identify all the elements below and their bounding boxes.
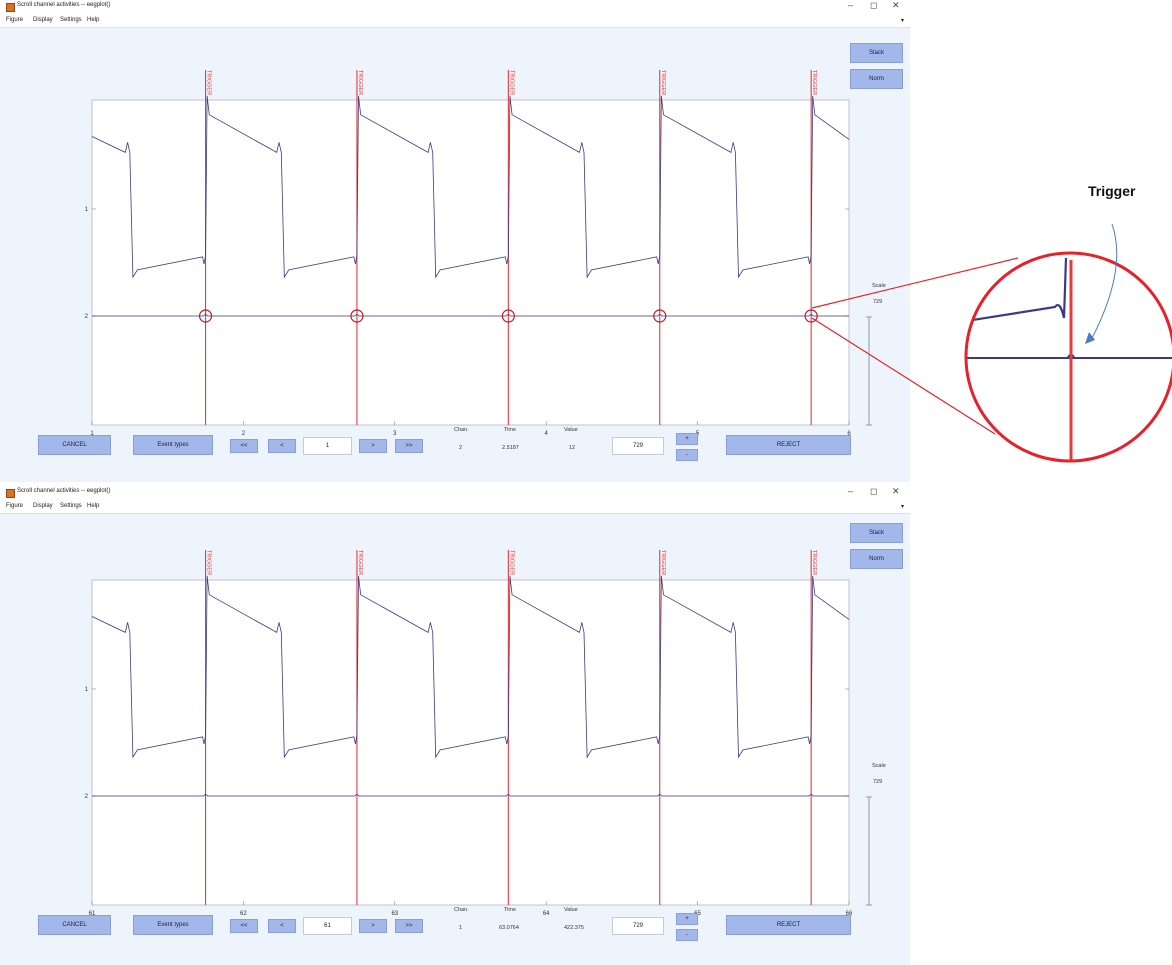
- zoom-callout: [811, 223, 1172, 463]
